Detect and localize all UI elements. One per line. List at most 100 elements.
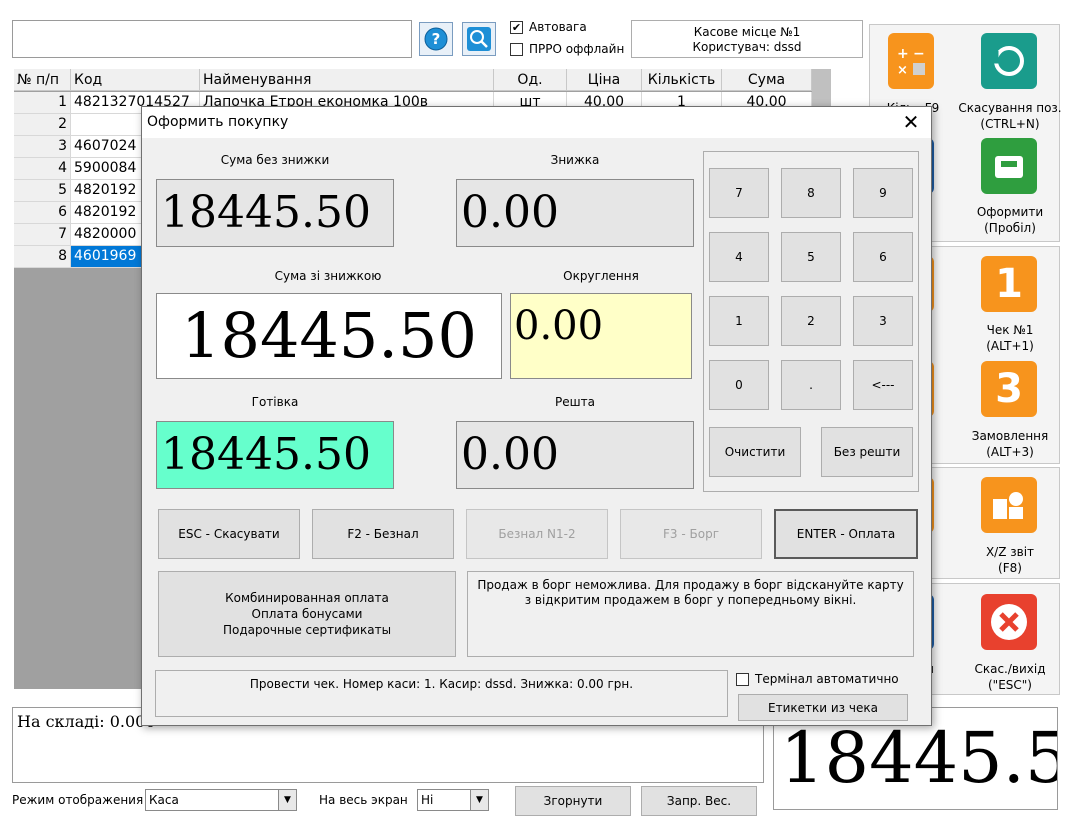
- fullscreen-select[interactable]: Ні ▼: [417, 789, 489, 811]
- autoweight-checkbox[interactable]: ✔: [510, 20, 523, 34]
- col-qty[interactable]: Кількість: [642, 69, 722, 91]
- prro-offline-option[interactable]: ПРРО оффлайн: [510, 42, 624, 56]
- col-price[interactable]: Ціна: [567, 69, 642, 91]
- xz-report-worker-icon[interactable]: [981, 477, 1037, 533]
- chevron-down-icon: ▼: [278, 790, 296, 810]
- right-panel-label: Замовлення (ALT+3): [955, 428, 1065, 460]
- sum-with-discount-field: 18445.50: [156, 293, 502, 379]
- keypad-key[interactable]: 9: [853, 168, 913, 218]
- cash-label: Готівка: [251, 395, 299, 409]
- clear-button[interactable]: Очистити: [709, 427, 801, 477]
- keypad-key[interactable]: 6: [853, 232, 913, 282]
- mode-select[interactable]: Каса ▼: [145, 789, 297, 811]
- autoweight-option[interactable]: ✔ Автовага: [510, 20, 587, 34]
- svg-text:×: ×: [897, 63, 908, 78]
- col-unit[interactable]: Од.: [494, 69, 567, 91]
- cashless-n12-button[interactable]: Безнал N1-2: [466, 509, 608, 559]
- f3-debt-button[interactable]: F3 - Борг: [620, 509, 762, 559]
- undo-circle-icon[interactable]: [981, 33, 1037, 89]
- change-value: 0.00: [461, 429, 559, 480]
- cell-num: 4: [14, 158, 71, 180]
- keypad-key[interactable]: <---: [853, 360, 913, 410]
- dialog-title: Оформить покупку: [147, 114, 289, 130]
- combined-payment-line: Комбинированная оплата: [225, 591, 389, 605]
- cell-num: 3: [14, 136, 71, 158]
- change-label: Решта: [555, 395, 595, 409]
- mode-label: Режим отображения: [12, 793, 144, 807]
- dialog-titlebar: Оформить покупку ✕: [142, 107, 931, 138]
- order-three-icon[interactable]: 3: [981, 361, 1037, 417]
- col-sum[interactable]: Сума: [722, 69, 812, 91]
- keypad-key[interactable]: 1: [709, 296, 769, 346]
- rounding-value: 0.00: [514, 303, 604, 349]
- help-button[interactable]: ?: [419, 22, 453, 56]
- rounding-label: Округлення: [563, 269, 639, 283]
- label-shortcut: (Пробіл): [984, 221, 1036, 235]
- no-change-button[interactable]: Без решти: [821, 427, 913, 477]
- keypad-key[interactable]: 4: [709, 232, 769, 282]
- rounding-input[interactable]: 0.00: [510, 293, 692, 379]
- barcode-input[interactable]: [12, 20, 412, 58]
- terminal-auto-label: Термінал автоматично: [755, 672, 899, 686]
- f2-cashless-button[interactable]: F2 - Безнал: [312, 509, 454, 559]
- labels-from-check-button[interactable]: Етикетки из чека: [738, 694, 908, 721]
- keypad-key[interactable]: .: [781, 360, 841, 410]
- terminal-auto-option[interactable]: Термінал автоматично: [736, 672, 899, 686]
- label-line: Скас./вихід: [974, 662, 1046, 676]
- fullscreen-value: Ні: [421, 793, 434, 807]
- checkout-dialog: Оформить покупку ✕ Сума без знижки 18445…: [141, 106, 932, 726]
- calculator-icon[interactable]: + − ×: [888, 33, 934, 89]
- esc-cancel-button[interactable]: ESC - Скасувати: [158, 509, 300, 559]
- keypad-key[interactable]: 3: [853, 296, 913, 346]
- keypad-key[interactable]: 5: [781, 232, 841, 282]
- prro-offline-checkbox[interactable]: [510, 42, 523, 56]
- label-shortcut: (ALT+1): [986, 339, 1034, 353]
- col-name[interactable]: Найменування: [200, 69, 494, 91]
- enter-pay-button[interactable]: ENTER - Оплата: [774, 509, 918, 559]
- keypad-key[interactable]: 2: [781, 296, 841, 346]
- close-icon[interactable]: ✕: [899, 110, 923, 134]
- register-info: Касове місце №1 Користувач: dssd: [631, 20, 863, 58]
- stock-text: На складі: 0.000: [17, 712, 156, 731]
- right-panel-label: Чек №1 (ALT+1): [955, 322, 1065, 354]
- keypad-key[interactable]: 8: [781, 168, 841, 218]
- check-one-icon[interactable]: 1: [981, 256, 1037, 312]
- label-line: Скасування поз.: [958, 101, 1062, 115]
- help-question-icon: ?: [424, 27, 448, 51]
- sum-with-discount-value: 18445.50: [181, 299, 477, 372]
- total-amount: 18445.50: [780, 717, 1057, 799]
- right-panel-label: Скасування поз. (CTRL+N): [955, 100, 1065, 132]
- cancel-x-icon[interactable]: [981, 594, 1037, 650]
- cash-box-icon[interactable]: [981, 138, 1037, 194]
- change-field: 0.00: [456, 421, 694, 489]
- icon-digit: 3: [995, 366, 1023, 412]
- cell-num: 5: [14, 180, 71, 202]
- debt-message: Продаж в борг неможлива. Для продажу в б…: [467, 571, 914, 657]
- autoweight-label: Автовага: [529, 20, 587, 34]
- keypad-key[interactable]: 0: [709, 360, 769, 410]
- weight-request-button[interactable]: Запр. Вес.: [641, 786, 757, 816]
- cashier-user: Користувач: dssd: [692, 40, 802, 54]
- label-line: Замовлення: [971, 429, 1049, 443]
- sum-without-discount-value: 18445.50: [161, 187, 371, 238]
- combined-payment-button[interactable]: Комбинированная оплата Оплата бонусами П…: [158, 571, 456, 657]
- cash-input[interactable]: 18445.50: [156, 421, 394, 489]
- col-code[interactable]: Код: [71, 69, 200, 91]
- col-num[interactable]: № п/п: [14, 69, 71, 91]
- sum-without-discount-field: 18445.50: [156, 179, 394, 247]
- minimize-button[interactable]: Згорнути: [515, 786, 631, 816]
- cell-num: 8: [14, 246, 71, 268]
- gift-certificates-line: Подарочные сертификаты: [222, 623, 392, 637]
- cell-num: 2: [14, 114, 71, 136]
- search-button[interactable]: [462, 22, 496, 56]
- icon-digit: 1: [995, 261, 1023, 307]
- sum-with-discount-label: Сума зі знижкою: [274, 269, 382, 283]
- discount-field: 0.00: [456, 179, 694, 247]
- label-shortcut: (ALT+3): [986, 445, 1034, 459]
- grid-header: № п/п Код Найменування Од. Ціна Кількіст…: [14, 69, 812, 91]
- terminal-auto-checkbox[interactable]: [736, 672, 749, 686]
- keypad-key[interactable]: 7: [709, 168, 769, 218]
- cell-num: 7: [14, 224, 71, 246]
- label-shortcut: (F8): [998, 561, 1022, 575]
- discount-label: Знижка: [550, 153, 600, 167]
